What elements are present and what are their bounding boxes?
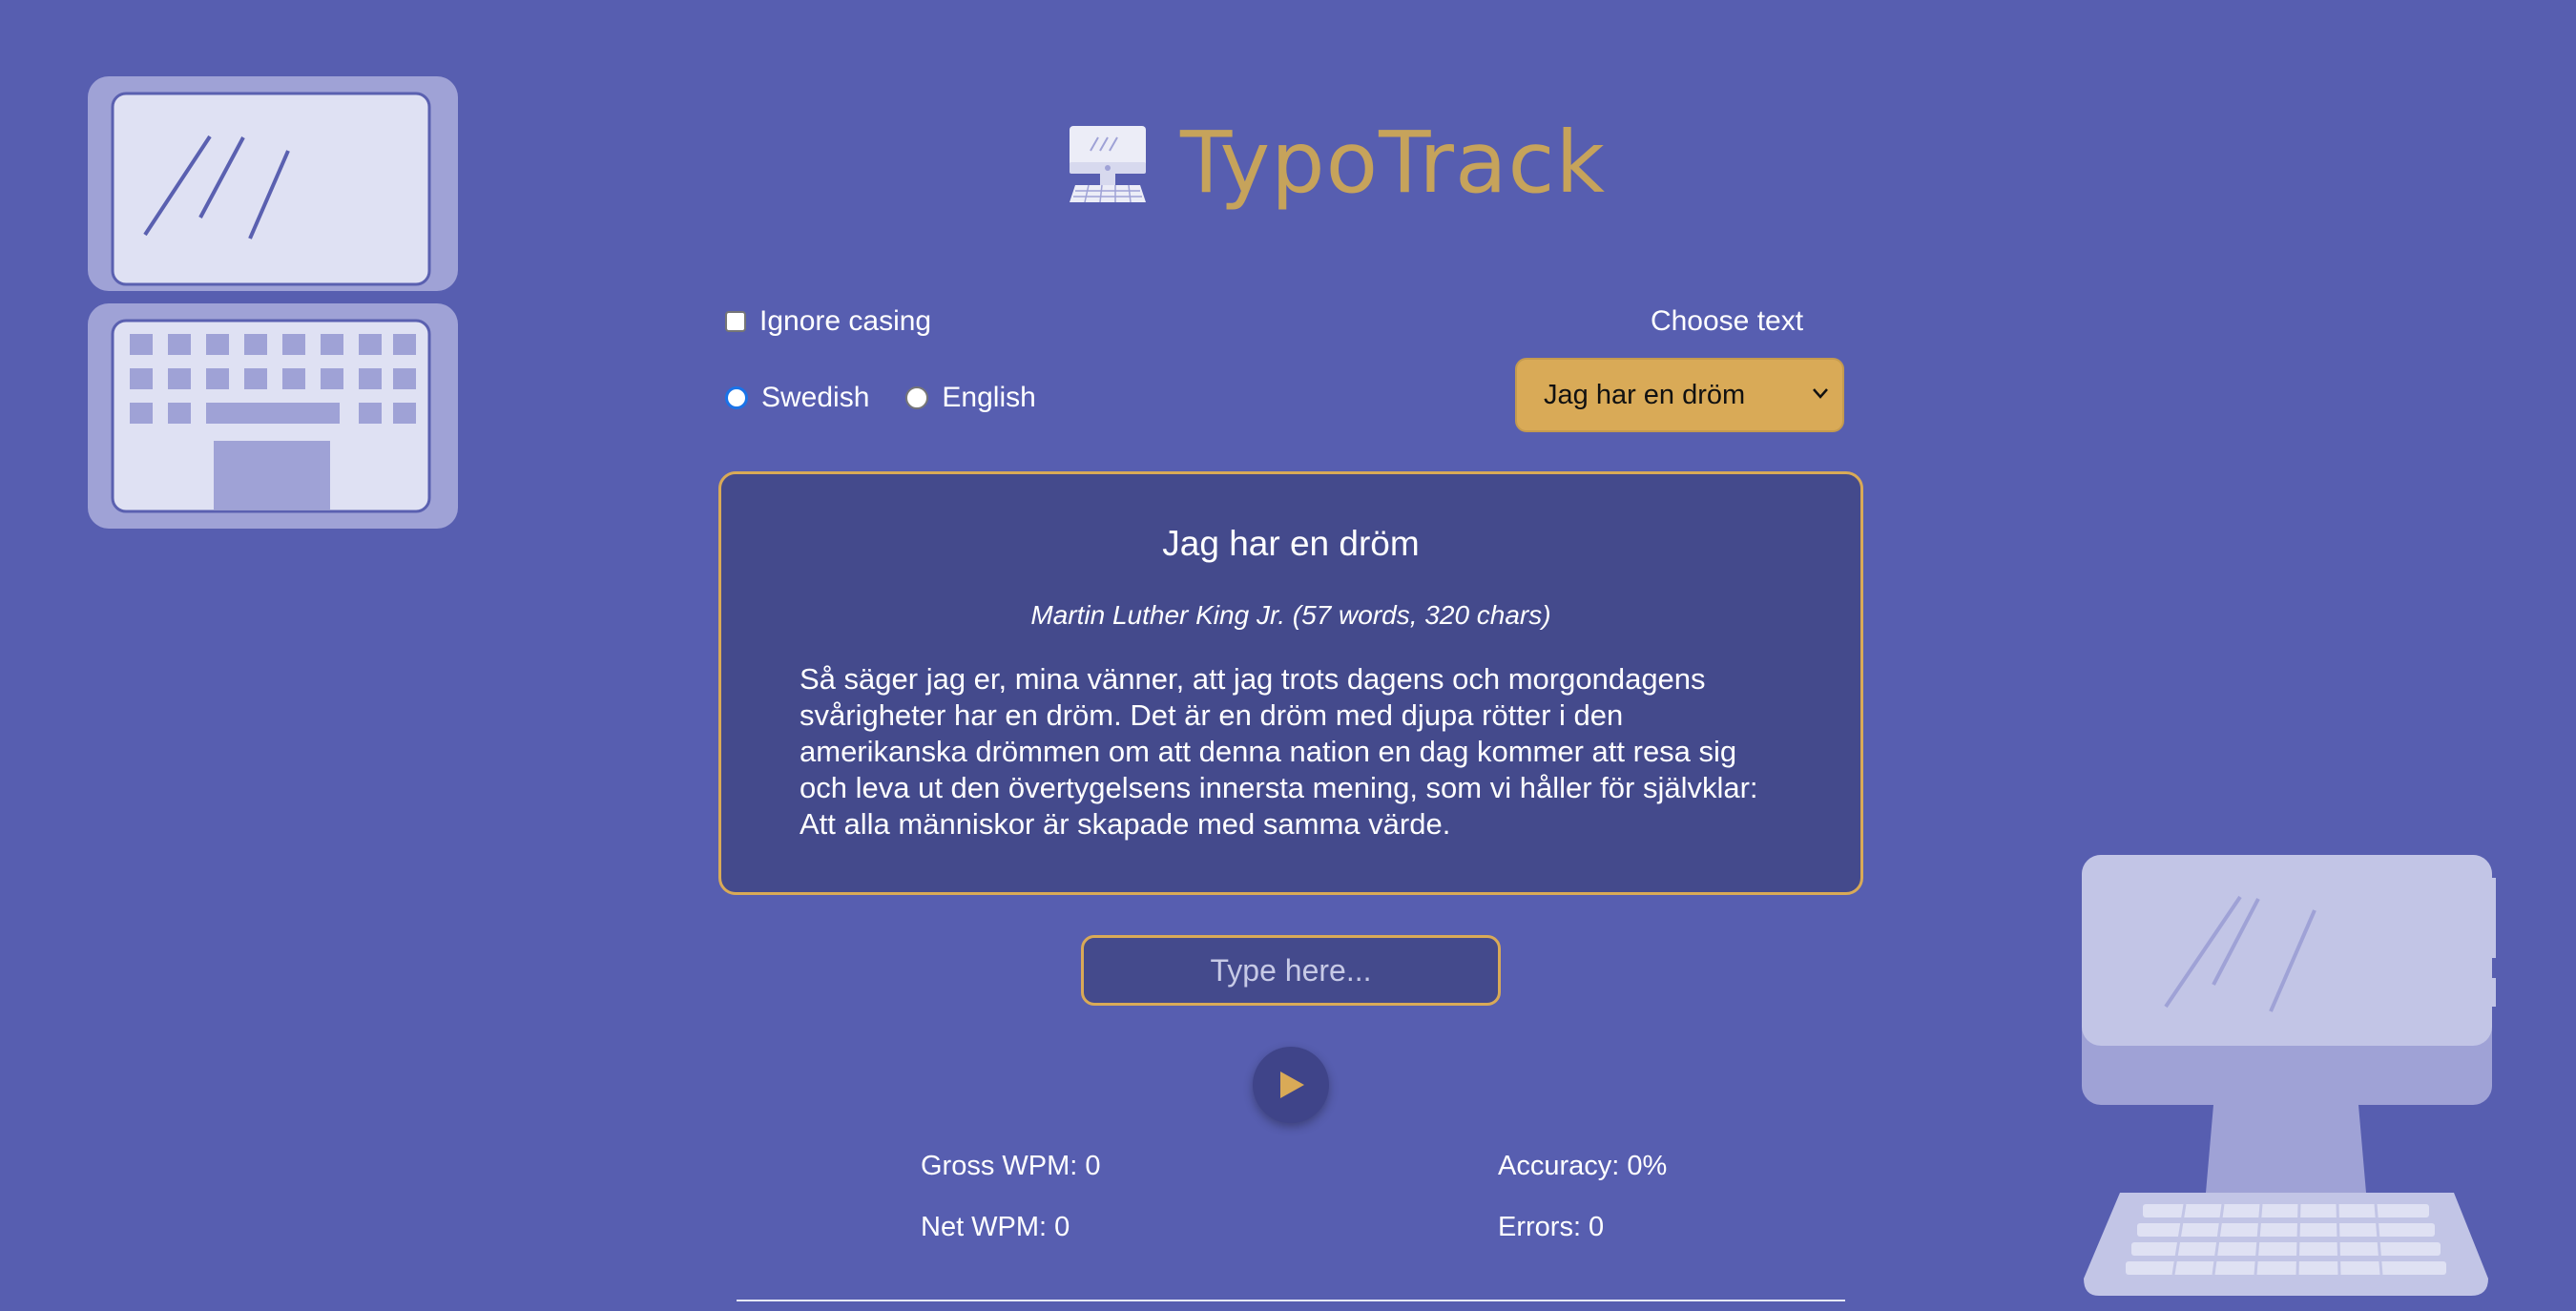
accuracy-stat: Accuracy: 0%: [1498, 1151, 1668, 1181]
ignore-casing-option[interactable]: Ignore casing: [725, 305, 931, 338]
text-meta: Martin Luther King Jr. (57 words, 320 ch…: [1030, 600, 1551, 630]
english-radio[interactable]: [905, 386, 929, 409]
choose-text-label: Choose text: [1650, 305, 1804, 337]
ignore-casing-label[interactable]: Ignore casing: [759, 305, 931, 338]
desktop-computer-icon: [1070, 126, 1146, 203]
swedish-label[interactable]: Swedish: [761, 382, 869, 414]
gross-wpm-stat: Gross WPM: 0: [921, 1151, 1101, 1181]
desktop-computer-illustration-icon: [2082, 855, 2496, 1296]
play-icon: [1280, 1072, 1304, 1098]
swedish-radio[interactable]: [725, 386, 748, 409]
typotrack-page: TypoTrack Ignore casing Swedish English …: [0, 0, 2576, 1311]
ignore-casing-checkbox[interactable]: [725, 311, 746, 332]
start-button[interactable]: [1253, 1047, 1329, 1123]
text-body: Så säger jag er, mina vänner, att jag tr…: [800, 662, 1758, 841]
net-wpm-stat: Net WPM: 0: [921, 1212, 1070, 1242]
app-title: TypoTrack: [1180, 113, 1607, 212]
text-title: Jag har en dröm: [1162, 524, 1420, 563]
errors-stat: Errors: 0: [1498, 1212, 1605, 1242]
app-header: TypoTrack: [1064, 113, 1606, 212]
chevron-down-icon: [1813, 388, 1828, 399]
typing-input[interactable]: [1081, 935, 1501, 1006]
text-select-value: Jag har en dröm: [1544, 379, 1746, 410]
english-label[interactable]: English: [942, 382, 1035, 414]
text-select-dropdown[interactable]: Jag har en dröm: [1515, 358, 1844, 432]
divider: [737, 1300, 1845, 1301]
text-panel: Jag har en dröm Martin Luther King Jr. (…: [718, 471, 1863, 895]
laptop-illustration-icon: [88, 76, 458, 529]
language-radio-group: Swedish English: [725, 382, 1059, 414]
